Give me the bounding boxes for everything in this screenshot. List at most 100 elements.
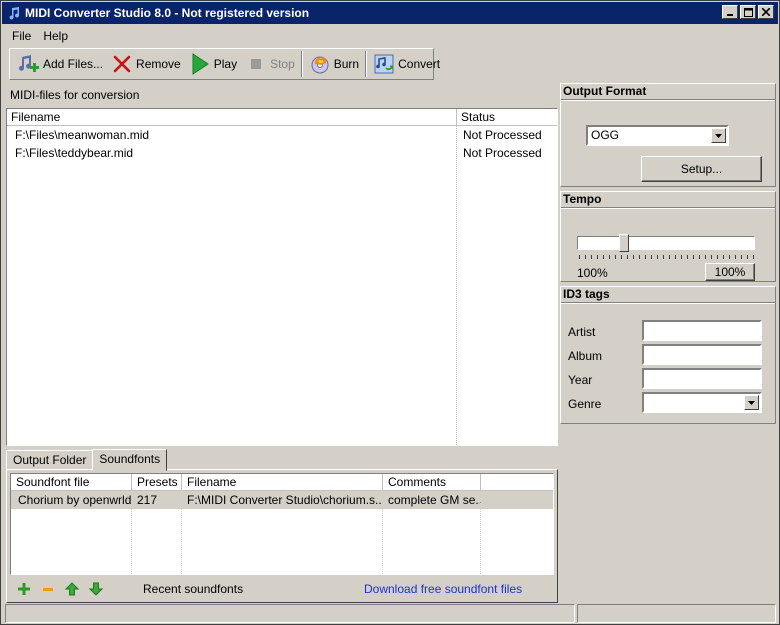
minimize-icon <box>727 14 733 16</box>
column-header-status[interactable]: Status <box>457 109 557 126</box>
bottom-tabs: Output Folder Soundfonts <box>6 448 168 471</box>
tempo-slider-thumb[interactable] <box>619 234 629 252</box>
tempo-slider-ticks <box>579 255 755 259</box>
file-status: Not Processed <box>463 146 542 160</box>
music-note-icon <box>6 5 22 21</box>
play-button[interactable]: Play <box>185 50 241 78</box>
soundfont-presets: 217 <box>137 493 158 507</box>
file-list-header: Filename Status <box>7 109 557 126</box>
file-name: F:\Files\meanwoman.mid <box>15 128 150 142</box>
column-divider <box>181 491 182 574</box>
album-label: Album <box>568 349 603 363</box>
remove-label: Remove <box>136 57 181 71</box>
toolbar: Add Files... Remove Play Stop Burn Conve… <box>9 48 440 80</box>
column-header-presets[interactable]: Presets <box>132 474 182 491</box>
tempo-reset-button[interactable]: 100% <box>705 263 755 281</box>
remove-soundfont-button[interactable] <box>39 581 57 597</box>
output-format-title: Output Format <box>561 84 775 100</box>
play-icon <box>189 53 211 75</box>
tab-soundfonts[interactable]: Soundfonts <box>92 449 168 471</box>
soundfont-file: Chorium by openwrld <box>18 493 132 507</box>
output-format-group: Output Format OGG Setup... <box>560 83 776 187</box>
artist-input[interactable] <box>642 320 762 341</box>
minus-icon <box>43 588 53 591</box>
chevron-down-icon[interactable] <box>711 128 726 143</box>
window-title: MIDI Converter Studio 8.0 - Not register… <box>25 6 310 20</box>
convert-button[interactable]: Convert <box>369 50 444 78</box>
soundfont-list[interactable]: Soundfont file Presets Filename Comments… <box>10 473 554 575</box>
stop-icon <box>245 53 267 75</box>
add-soundfont-button[interactable] <box>15 581 33 597</box>
move-up-button[interactable] <box>63 581 81 597</box>
table-row[interactable]: Chorium by openwrld 217 F:\MIDI Converte… <box>11 491 553 509</box>
tempo-group: Tempo 100% 100% <box>560 191 776 282</box>
column-header-filename[interactable]: Filename <box>7 109 457 126</box>
status-panel-secondary <box>577 604 776 623</box>
plus-icon <box>18 583 30 595</box>
burn-button[interactable]: Burn <box>305 50 363 78</box>
arrow-up-icon <box>65 582 79 596</box>
table-row[interactable]: F:\Files\teddybear.mid Not Processed <box>7 144 557 162</box>
toolbar-separator <box>300 51 303 77</box>
maximize-button[interactable] <box>740 5 756 19</box>
file-status: Not Processed <box>463 128 542 142</box>
tempo-value: 100% <box>577 266 608 280</box>
menu-help[interactable]: Help <box>37 29 74 43</box>
column-divider <box>382 491 383 574</box>
arrow-down-icon <box>89 582 103 596</box>
album-input[interactable] <box>642 344 762 365</box>
output-format-value: OGG <box>591 128 620 142</box>
close-icon <box>762 8 770 16</box>
minimize-button[interactable] <box>722 5 738 19</box>
soundfont-comments: complete GM se... <box>388 493 481 507</box>
column-divider <box>131 491 132 574</box>
artist-label: Artist <box>568 325 596 339</box>
column-divider <box>456 126 457 445</box>
id3-tags-title: ID3 tags <box>561 287 775 303</box>
status-panel-main <box>5 604 575 623</box>
burn-cd-icon <box>309 53 331 75</box>
menu-bar: File Help <box>6 26 74 46</box>
play-label: Play <box>213 57 238 71</box>
maximize-icon <box>743 7 753 17</box>
move-down-button[interactable] <box>87 581 105 597</box>
column-header-soundfont-file[interactable]: Soundfont file <box>11 474 132 491</box>
files-section-label: MIDI-files for conversion <box>10 88 140 102</box>
toolbar-separator <box>365 51 368 77</box>
setup-button[interactable]: Setup... <box>641 156 762 182</box>
recent-soundfonts-link[interactable]: Recent soundfonts <box>143 582 243 596</box>
year-label: Year <box>568 373 593 387</box>
file-list[interactable]: Filename Status F:\Files\meanwoman.mid N… <box>6 108 558 446</box>
table-row[interactable]: F:\Files\meanwoman.mid Not Processed <box>7 126 557 144</box>
tab-output-folder[interactable]: Output Folder <box>6 450 94 470</box>
setup-label: Setup... <box>680 162 723 176</box>
year-input[interactable] <box>642 368 762 389</box>
output-format-select[interactable]: OGG <box>586 125 729 146</box>
chevron-down-icon[interactable] <box>744 395 759 410</box>
genre-select[interactable] <box>642 392 762 413</box>
download-soundfonts-link[interactable]: Download free soundfont files <box>364 582 522 596</box>
tempo-reset-label: 100% <box>714 265 746 279</box>
column-divider <box>480 491 481 574</box>
tempo-slider-track[interactable] <box>577 236 755 250</box>
column-header-filename[interactable]: Filename <box>182 474 383 491</box>
soundfont-list-header: Soundfont file Presets Filename Comments <box>11 474 553 491</box>
remove-icon <box>111 53 133 75</box>
add-files-icon <box>18 53 40 75</box>
soundfont-filename: F:\MIDI Converter Studio\chorium.s... <box>187 493 383 507</box>
file-name: F:\Files\teddybear.mid <box>15 146 134 160</box>
add-files-button[interactable]: Add Files... <box>14 50 107 78</box>
remove-button[interactable]: Remove <box>107 50 185 78</box>
status-bar <box>5 604 778 623</box>
stop-button[interactable]: Stop <box>241 50 299 78</box>
soundfont-tools: Recent soundfonts Download free soundfon… <box>15 579 555 599</box>
convert-label: Convert <box>398 57 441 71</box>
convert-icon <box>373 53 395 75</box>
menu-file[interactable]: File <box>6 29 37 43</box>
add-files-label: Add Files... <box>43 57 104 71</box>
column-header-comments[interactable]: Comments <box>383 474 481 491</box>
id3-tags-group: ID3 tags Artist Album Year Genre <box>560 286 776 424</box>
app-window: MIDI Converter Studio 8.0 - Not register… <box>0 0 780 625</box>
title-bar[interactable]: MIDI Converter Studio 8.0 - Not register… <box>2 2 778 24</box>
close-button[interactable] <box>758 5 774 19</box>
